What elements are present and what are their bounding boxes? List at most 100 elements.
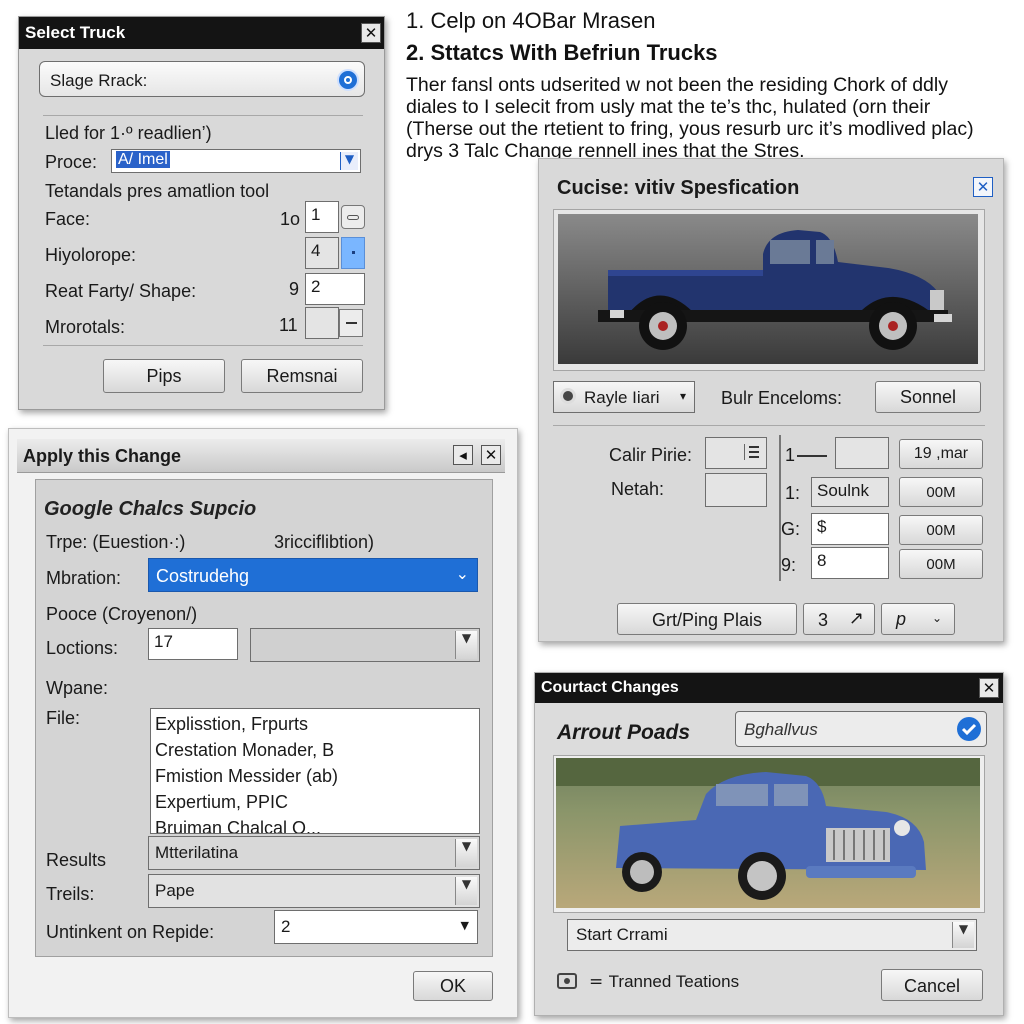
menu-icon[interactable] <box>744 444 762 460</box>
face-number: 1o <box>280 209 301 229</box>
19mar-button[interactable]: 19 ,mar <box>899 439 983 469</box>
until-dropdown[interactable]: 2 ▼ <box>274 910 478 944</box>
apply-change-window: Apply this Change ◂ ✕ Google Chalcs Supc… <box>8 428 518 1018</box>
p-dropdown[interactable]: p ⌄ <box>881 603 955 635</box>
truck-image-frame <box>553 209 985 371</box>
three-button[interactable]: 3 ↗ <box>803 603 875 635</box>
chevron-down-icon[interactable]: ⌄ <box>456 564 469 583</box>
treils-label: Treils: <box>46 884 95 904</box>
chevron-down-icon[interactable]: ▼ <box>340 152 358 170</box>
spin-icon[interactable] <box>341 237 365 269</box>
toggle-icon[interactable] <box>341 205 365 229</box>
search-input[interactable]: Bghallvus <box>735 711 987 747</box>
courtact-titlebar: Courtact Changes <box>535 673 1003 703</box>
results-value: Mtterilatina <box>155 843 239 862</box>
face-field[interactable]: 1 <box>305 201 339 233</box>
truck-image <box>558 214 978 364</box>
three-label: 3 <box>818 610 829 630</box>
type-label: Trpe: (Euestion·:) <box>46 532 186 552</box>
treils-dropdown[interactable]: Pape ▼ <box>148 874 480 908</box>
minus-icon[interactable] <box>339 309 363 337</box>
rayle-label: Rayle Iiari <box>584 388 660 407</box>
chevron-down-icon[interactable]: ▼ <box>455 839 477 867</box>
row3-field[interactable]: $ <box>811 513 889 545</box>
calir-label: Calir Pirie: <box>609 445 693 465</box>
loc-field[interactable]: 17 <box>148 628 238 660</box>
grt-ping-button[interactable]: Grt/Ping Plais <box>617 603 797 635</box>
list-item[interactable]: Fmistion Messider (ab) <box>155 763 475 789</box>
cancel-button[interactable]: Cancel <box>881 969 983 1001</box>
checkmark-icon[interactable] <box>957 717 981 741</box>
list-item[interactable]: Expertium, PPIC <box>155 789 475 815</box>
close-icon[interactable]: ✕ <box>481 445 501 465</box>
list-item[interactable]: Explisstion, Frpurts <box>155 711 475 737</box>
chevron-down-icon[interactable]: ▼ <box>461 919 469 932</box>
loc-dropdown[interactable]: ▼ <box>250 628 480 662</box>
chevron-down-icon[interactable]: ⌄ <box>932 611 942 625</box>
courtact-dialog: Courtact Changes ✕ Arrout Poads Bghallvu… <box>534 672 1004 1016</box>
proce-dropdown[interactable]: A/ Imel ▼ <box>111 149 361 173</box>
apply-change-title: Apply this Change <box>23 446 182 466</box>
chevron-down-icon[interactable]: ▼ <box>952 922 974 948</box>
00m-button[interactable]: 00M <box>899 477 983 507</box>
spec-dialog: Cucise: vitiv Spesfication ✕ Rayle Iiari… <box>538 158 1004 642</box>
select-truck-line-label: Lled for 1·º readlien’) <box>45 123 212 143</box>
reat-field[interactable]: 2 <box>305 273 365 305</box>
hyd-field[interactable]: 4 <box>305 237 339 269</box>
list-item[interactable]: Bruiman Chalcal O... <box>155 815 475 833</box>
instruction-paragraph-line: diales to I selecit from usly mat the te… <box>406 96 931 118</box>
select-truck-dialog: Select Truck ✕ Slage Rrack: Lled for 1·º… <box>18 16 385 410</box>
remsnai-button[interactable]: Remsnai <box>241 359 363 393</box>
select-truck-title: Select Truck <box>25 23 126 42</box>
list-item[interactable]: Crestation Monader, B <box>155 737 475 763</box>
back-icon[interactable]: ◂ <box>453 445 473 465</box>
speaker-icon <box>560 388 576 404</box>
00m-button[interactable]: 00M <box>899 515 983 545</box>
apply-change-panel: Google Chalcs Supcio Trpe: (Euestion·:) … <box>35 479 493 957</box>
00m-button[interactable]: 00M <box>899 549 983 579</box>
close-icon[interactable]: ✕ <box>973 177 993 197</box>
instruction-paragraph-line: Ther fansl onts udserited w not been the… <box>406 74 948 96</box>
wpane-label: Wpane: <box>46 678 109 698</box>
spec-title: Cucise: vitiv Spesfication <box>557 177 800 199</box>
ok-button[interactable]: OK <box>413 971 493 1001</box>
truck-photo <box>556 758 980 908</box>
instruction-step-1: 1. Celp on 4OBar Mrasen <box>406 8 656 33</box>
mbr-dropdown[interactable]: Costrudehg ⌄ <box>148 558 478 592</box>
loc-label: Loctions: <box>46 638 119 658</box>
pips-button[interactable]: Pips <box>103 359 225 393</box>
chevron-down-icon[interactable]: ▼ <box>455 631 477 659</box>
chevron-down-icon[interactable]: ▾ <box>680 389 686 403</box>
mbr-value: Costrudehg <box>156 566 250 586</box>
bulr-label: Bulr Enceloms: <box>721 388 843 408</box>
rayle-dropdown[interactable]: Rayle Iiari ▾ <box>553 381 695 413</box>
sonnel-button[interactable]: Sonnel <box>875 381 981 413</box>
proce-label: Proce: <box>45 152 98 172</box>
treils-value: Pape <box>155 881 195 900</box>
face-label: Face: <box>45 209 91 229</box>
until-label: Untinkent on Repide: <box>46 922 215 942</box>
close-icon[interactable]: ✕ <box>361 23 381 43</box>
row2-field[interactable]: Soulnk <box>811 477 889 507</box>
calir-field[interactable] <box>705 437 767 469</box>
mro-field[interactable] <box>305 307 339 339</box>
trained-label: = Tranned Teations <box>589 972 740 992</box>
start-dropdown[interactable]: Start Crrami ▼ <box>567 919 977 951</box>
netah-field[interactable] <box>705 473 767 507</box>
row3-num: G: <box>781 519 801 539</box>
pooce-label: Pooce (Croyenon/) <box>46 604 198 624</box>
row4-field[interactable]: 8 <box>811 547 889 579</box>
row1-num: 1 <box>785 445 796 465</box>
search-icon[interactable] <box>337 69 359 91</box>
row1-field[interactable] <box>835 437 889 469</box>
search-input[interactable]: Slage Rrack: <box>39 61 365 97</box>
row2-num: 1: <box>785 483 801 503</box>
file-listbox[interactable]: Explisstion, Frpurts Crestation Monader,… <box>150 708 480 834</box>
close-icon[interactable]: ✕ <box>979 678 999 698</box>
row4-num: 9: <box>781 555 797 575</box>
file-label: File: <box>46 708 81 728</box>
chevron-down-icon[interactable]: ▼ <box>455 877 477 905</box>
results-dropdown[interactable]: Mtterilatina ▼ <box>148 836 480 870</box>
hyd-label: Hiyolorope: <box>45 245 137 265</box>
results-label: Results <box>46 850 107 870</box>
